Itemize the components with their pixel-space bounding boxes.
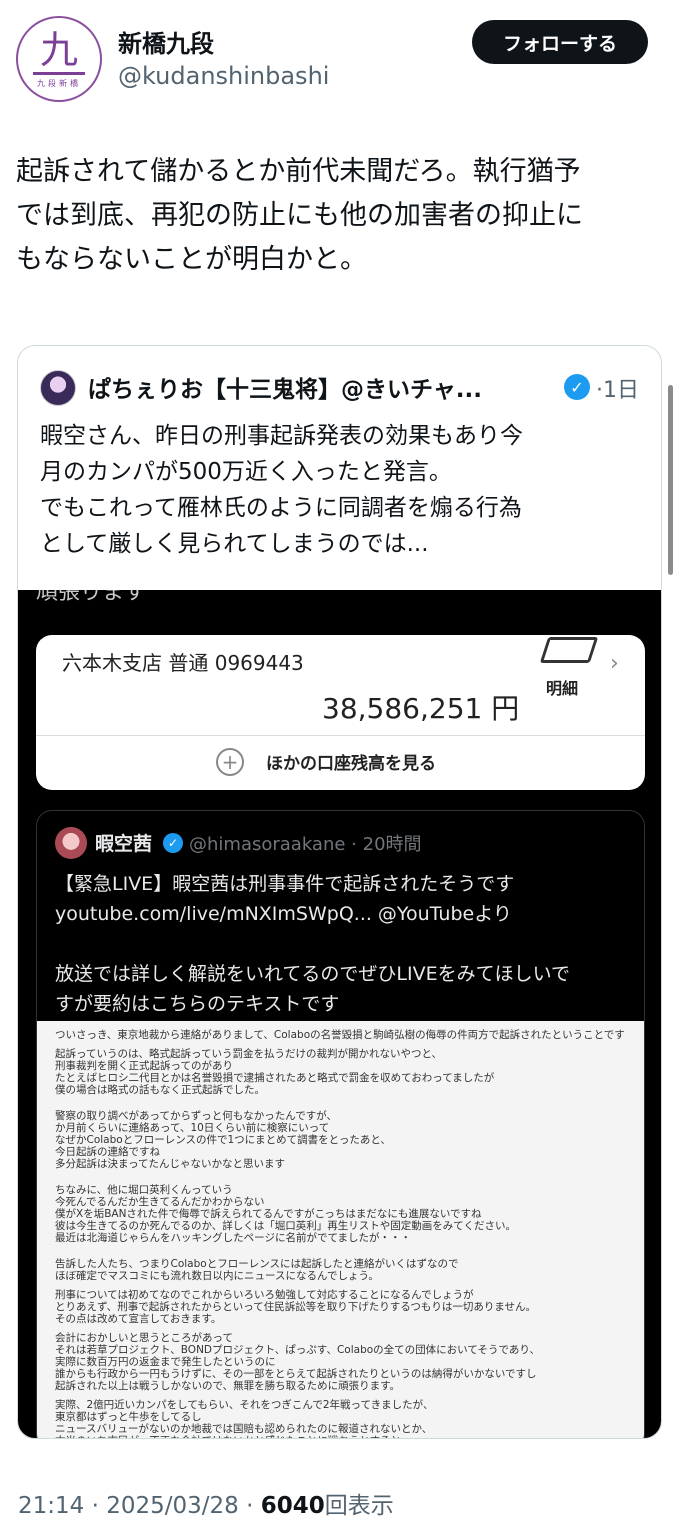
- embedded-author-name: 暇空茜: [95, 833, 153, 855]
- tweet-meta: 21:14 · 2025/03/28 · 6040回表示: [18, 1486, 394, 1520]
- tweet-date[interactable]: 2025/03/28: [106, 1493, 239, 1519]
- document-line: とりあえず、刑事で起訴されたからといって住民訴訟等を取り下げたりするつもりは一切…: [55, 1301, 537, 1313]
- document-line: 僕の場合は略式の話もなく正式起訴でした。: [55, 1084, 265, 1096]
- statement-document: ついさっき、東京地裁から連絡がありまして、Colaboの名誉毀損と駒崎弘樹の侮辱…: [37, 1021, 644, 1438]
- chevron-right-icon: ›: [610, 651, 619, 676]
- quoted-tweet-header: ぱちぇりお【十三鬼将】@きいチャ... ✓ ·1日: [40, 368, 640, 408]
- divider: [36, 735, 645, 736]
- tweet-time[interactable]: 21:14: [18, 1493, 84, 1519]
- embedded-tweet: 暇空茜 ✓ @himasoraakane · 20時間 【緊急LIVE】暇空茜は…: [36, 810, 645, 1438]
- quoted-author-avatar[interactable]: [40, 370, 76, 406]
- document-line: ニュースバリューがないのか地裁では国賠も認められたのに報道されないとか、: [55, 1423, 433, 1435]
- separator: ·: [84, 1493, 107, 1519]
- separator: ·: [238, 1493, 261, 1519]
- screenshot-cut-text: 頑張ります: [36, 590, 147, 605]
- author-avatar[interactable]: 九 九段新橋: [16, 16, 102, 102]
- bank-more-label: ほかの口座残高を見る: [266, 754, 436, 774]
- document-line: その点は改めて宣言しておきます。: [55, 1313, 222, 1325]
- document-line: 誰からも行政から一円もうけずに、その一部をとらえて起訴されたりというのは納得がい…: [55, 1368, 537, 1380]
- document-line: なぜかColaboとフローレンスの件で1つにまとめて調書をとったあと、: [55, 1134, 391, 1146]
- plus-circle-icon: +: [216, 748, 244, 776]
- document-line: 告訴した人たち、つまりColaboとフローレンスには起訴したと連絡がいくはずなの…: [55, 1258, 459, 1270]
- attached-screenshot[interactable]: 頑張ります 六本木支店 普通 0969443 38,586,251 円 明細 ›…: [18, 590, 661, 1438]
- document-line: 刑事裁判を開く正式起訴ってのがあり: [55, 1060, 233, 1072]
- document-line: か月前くらいに連絡あって、10日くらい前に検察にいって: [55, 1122, 330, 1134]
- document-line: 実際に数百万円の返金まで発生したというのに: [55, 1356, 276, 1368]
- verified-badge-icon: ✓: [163, 833, 183, 853]
- document-line: 彼は今生きてるのか死んでるのか、詳しくは「堀口英利」再生リストや固定動画をみてく…: [55, 1220, 516, 1232]
- document-line: 会計におかしいと思うところがあって: [55, 1332, 233, 1344]
- author-handle[interactable]: @kudanshinbashi: [118, 62, 329, 90]
- bank-balance-card: 六本木支店 普通 0969443 38,586,251 円 明細 › + ほかの…: [36, 635, 645, 790]
- quoted-tweet[interactable]: ぱちぇりお【十三鬼将】@きいチャ... ✓ ·1日 暇空さん、昨日の刑事起訴発表…: [17, 345, 662, 1439]
- document-line: 刑事については初めてなのでこれからいろいろ勉強して対応することになるんでしょうが: [55, 1289, 474, 1301]
- quoted-tweet-text: 暇空さん、昨日の刑事起訴発表の効果もあり今 月のカンパが500万近く入ったと発言…: [40, 423, 523, 557]
- embedded-handle-time: @himasoraakane · 20時間: [189, 834, 422, 855]
- document-line: 今日起訴の連絡ですね: [55, 1146, 160, 1158]
- document-line: 多分起訴は決まってたんじゃないかなと思います: [55, 1158, 286, 1170]
- document-line: それは若草プロジェクト、BONDプロジェクト、ぱっぷす、Colaboの全ての団体…: [55, 1344, 541, 1356]
- document-line: 起訴っていうのは、略式起訴っていう罰金を払うだけの裁判が開かれないやつと、: [55, 1048, 443, 1060]
- views-label: 回表示: [324, 1493, 394, 1519]
- avatar-sub-text: 九段新橋: [37, 78, 81, 88]
- scrollbar[interactable]: [668, 385, 673, 575]
- tweet-header: 九 九段新橋 新橋九段 @kudanshinbashi フォローする: [16, 16, 663, 106]
- bank-amount: 38,586,251 円: [322, 692, 520, 725]
- document-line: ついさっき、東京地裁から連絡がありまして、Colaboの名誉毀損と駒崎弘樹の侮辱…: [55, 1029, 625, 1041]
- document-line: 最近は北海道じゃらんをハッキングしたページに名前がでてましたが・・・: [55, 1232, 411, 1244]
- document-line: たとえばヒロシ二代目とかは名誉毀損で逮捕されたあと略式で罰金を収めておわってまし…: [55, 1072, 495, 1084]
- document-line: 本当のいち市民が、不正な会計ではないかと感じたことに戦おうとすると: [55, 1435, 401, 1438]
- document-line: 警察の取り調べがあってからずっと何もなかったんですが、: [55, 1110, 338, 1122]
- embedded-author-avatar: [55, 827, 87, 859]
- document-line: 実際、2億円近いカンパをしてもらい、それをつぎこんで2年戦ってきましたが、: [55, 1399, 434, 1411]
- quoted-author-name[interactable]: ぱちぇりお【十三鬼将】@きいチャ...: [88, 370, 482, 404]
- bank-branch: 六本木支店 普通 0969443: [62, 651, 304, 675]
- document-line: 起訴された以上は戦うしかないので、無罪を勝ち取るために頑張ります。: [55, 1380, 401, 1392]
- follow-button[interactable]: フォローする: [472, 20, 648, 64]
- document-line: 東京都はずっと牛歩をしてるし: [55, 1411, 202, 1423]
- document-line: 今死んでるんだか生きてるんだかわからない: [55, 1196, 265, 1208]
- statement-icon: [539, 637, 599, 663]
- avatar-main-glyph: 九: [39, 27, 78, 72]
- author-name[interactable]: 新橋九段: [118, 24, 214, 59]
- document-line: ほぼ確定でマスコミにも流れ数日以内にニュースになるんでしょう。: [55, 1270, 379, 1282]
- verified-badge-icon: ✓: [564, 374, 590, 400]
- quoted-tweet-time[interactable]: ·1日: [596, 372, 639, 404]
- document-line: 僕がXを垢BANされた件で侮辱で訴えられてるんですがこっちはまだなにも進展ないで…: [55, 1208, 482, 1220]
- document-line: ちなみに、他に堀口英利くんっていう: [55, 1184, 233, 1196]
- bank-detail-label: 明細: [546, 679, 579, 698]
- avatar-bar: [33, 71, 85, 75]
- view-count: 6040: [260, 1493, 325, 1519]
- embedded-tweet-text: 【緊急LIVE】暇空茜は刑事事件で起訴されたそうです youtube.com/l…: [55, 873, 571, 1015]
- tweet-text: 起訴されて儲かるとか前代未聞だろ。執行猶予 では到底、再犯の防止にも他の加害者の…: [16, 156, 583, 275]
